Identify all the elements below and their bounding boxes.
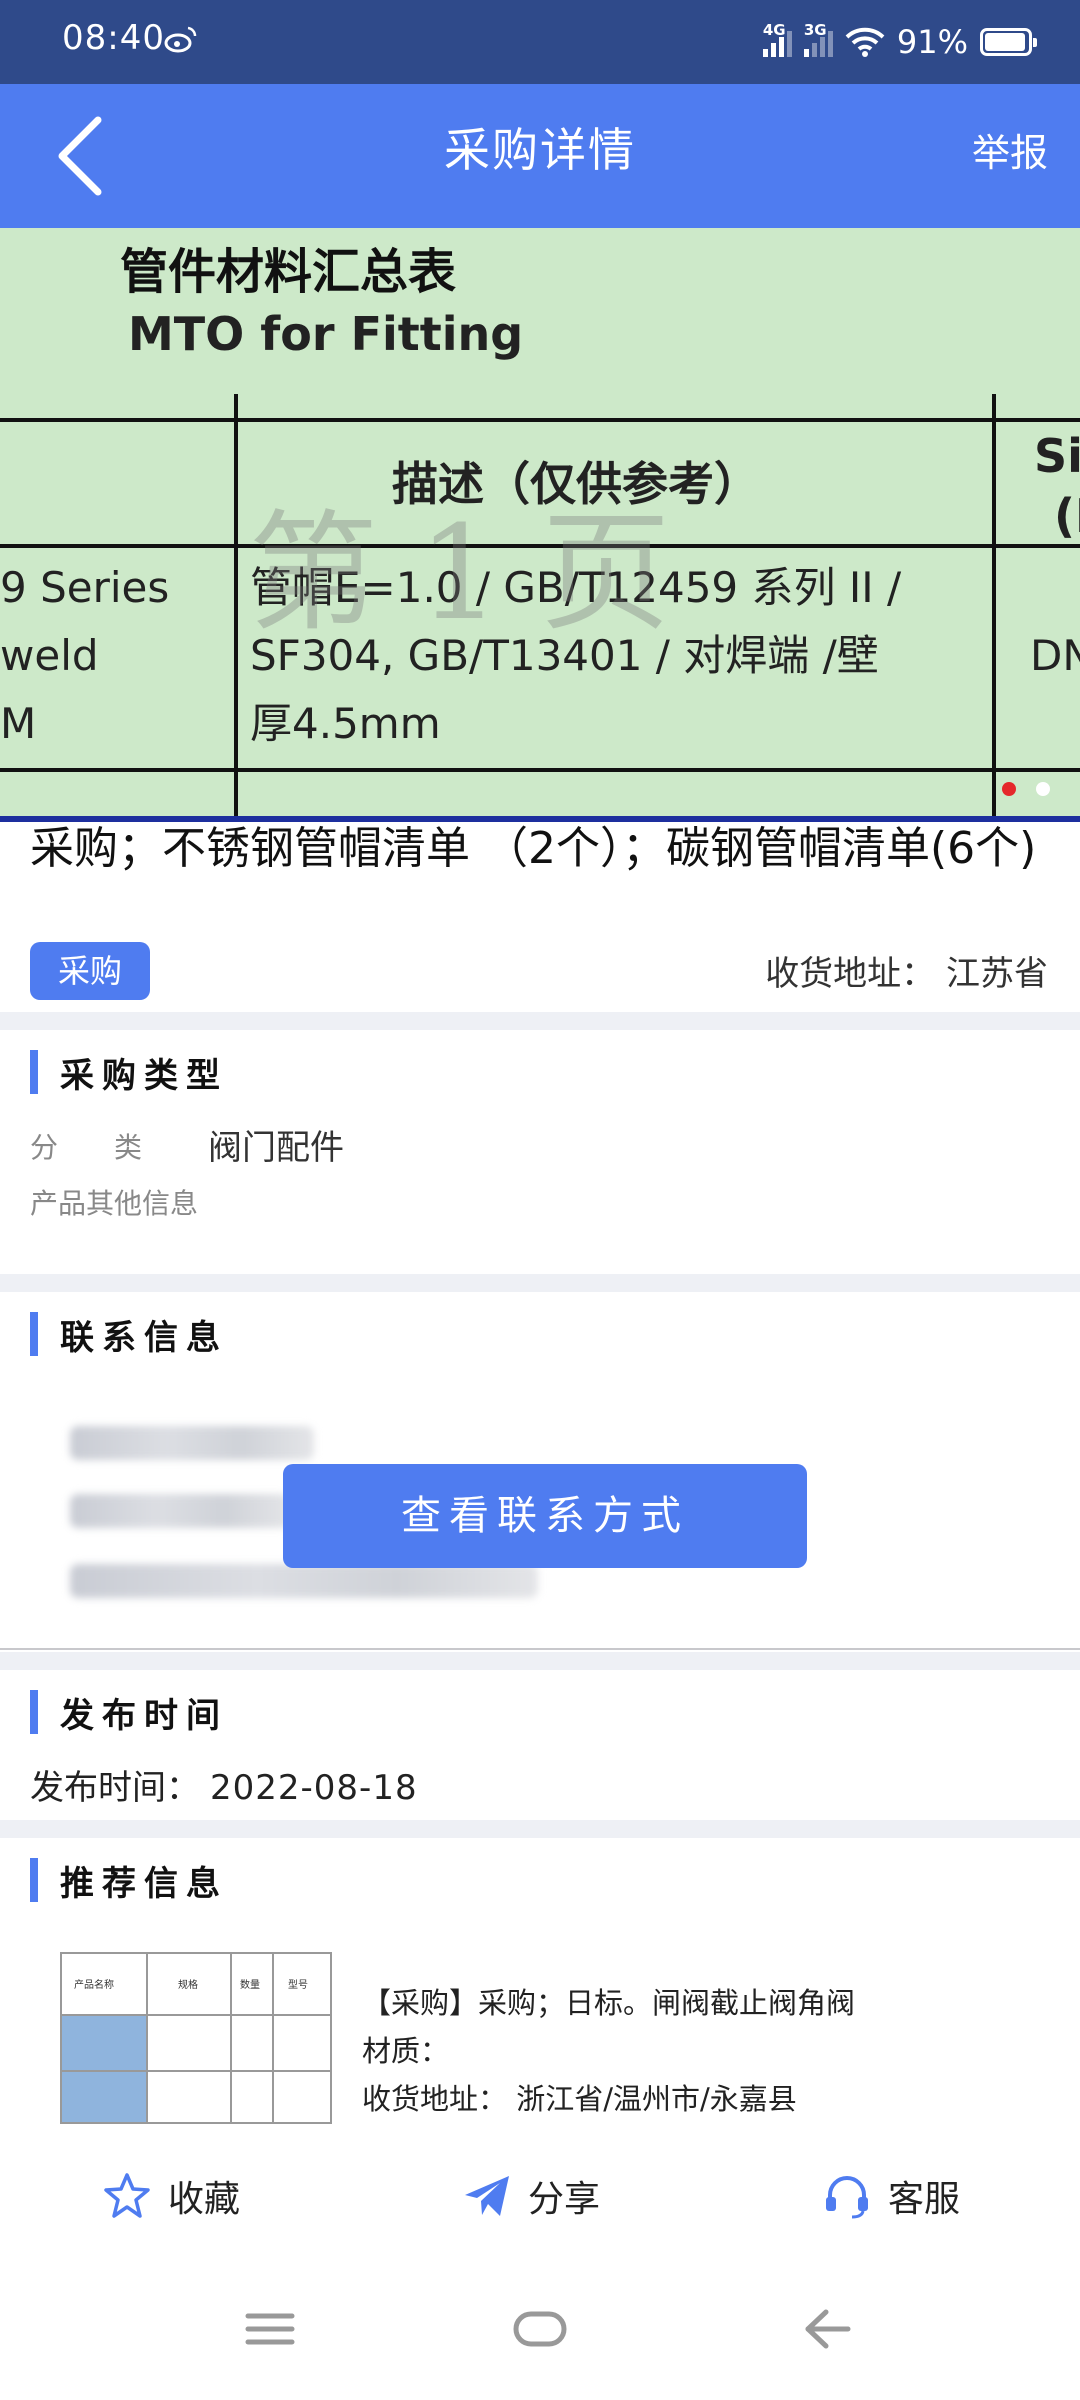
status-bar: 08:40 4G 3G 91% bbox=[0, 0, 1080, 84]
weibo-icon bbox=[164, 26, 197, 53]
section-divider bbox=[0, 1652, 1080, 1670]
recommend-title[interactable]: 【采购】采购；日标。闸阀截止阀角阀 bbox=[362, 1980, 855, 2022]
image-carousel[interactable]: 管件材料汇总表 MTO for Fitting 描述（仅供参考） Si (I 9… bbox=[0, 228, 1080, 822]
section-divider bbox=[0, 1820, 1080, 1838]
thumb-highlight bbox=[62, 2014, 146, 2122]
signal-3g-icon: 3G bbox=[803, 21, 833, 57]
recommend-material: 材质： bbox=[362, 2034, 450, 2068]
page-watermark: 第1页 bbox=[248, 497, 711, 649]
table-left-line-2: weld bbox=[0, 631, 99, 680]
purchase-summary: 采购；不锈钢管帽清单 （2个）；碳钢管帽清单(6个) 采购 收货地址： 江苏省 bbox=[0, 822, 1080, 1012]
section-accent-bar bbox=[30, 1858, 38, 1902]
section-header: 联系信息 bbox=[30, 1312, 228, 1358]
publish-time-label: 发布时间： bbox=[30, 1768, 200, 1808]
thumb-header: 型号 bbox=[288, 1980, 308, 1991]
table-desc-line-3: 厚4.5mm bbox=[250, 699, 441, 748]
category-label: 分 类 bbox=[30, 1131, 143, 1164]
service-label: 客服 bbox=[888, 2179, 961, 2220]
publish-time: 发布时间： 2022-08-18 bbox=[30, 1760, 418, 1809]
share-button[interactable]: 分享 bbox=[462, 2168, 600, 2224]
carousel-indicator bbox=[1002, 782, 1050, 796]
network-type-1: 4G bbox=[762, 21, 786, 39]
category-value: 阀门配件 bbox=[208, 1128, 344, 1168]
view-contact-button[interactable]: 查看联系方式 bbox=[283, 1464, 807, 1568]
blurred-contact-name bbox=[70, 1426, 314, 1460]
table-header-right-1: Si bbox=[1034, 429, 1080, 483]
section-title: 联系信息 bbox=[60, 1317, 228, 1358]
system-nav-bar bbox=[0, 2244, 1080, 2400]
publish-time-value: 2022-08-18 bbox=[210, 1768, 418, 1808]
signal-4g-icon: 4G bbox=[762, 21, 792, 57]
blurred-contact-address bbox=[70, 1564, 538, 1598]
address-label: 收货地址： bbox=[765, 954, 936, 994]
page-title: 采购详情 bbox=[444, 123, 636, 177]
section-accent-bar bbox=[30, 1690, 38, 1734]
thumb-header: 产品名称 bbox=[74, 1980, 114, 1991]
section-divider bbox=[0, 1274, 1080, 1292]
section-header: 发布时间 bbox=[30, 1690, 228, 1736]
headset-icon bbox=[826, 2176, 868, 2219]
share-label: 分享 bbox=[528, 2179, 601, 2220]
section-title: 采购类型 bbox=[60, 1055, 228, 1096]
status-icons: 4G 3G 91% bbox=[762, 20, 1037, 64]
battery-icon bbox=[980, 28, 1037, 56]
clock-time: 08:40 bbox=[62, 18, 165, 58]
section-divider bbox=[0, 1012, 1080, 1030]
app-header: 采购详情 举报 bbox=[0, 84, 1080, 228]
favorite-label: 收藏 bbox=[168, 2179, 241, 2220]
doc-title: 管件材料汇总表 bbox=[120, 244, 457, 300]
carousel-dot bbox=[1036, 782, 1050, 796]
thumb-row-line bbox=[62, 2014, 330, 2016]
purchase-title: 采购；不锈钢管帽清单 （2个）；碳钢管帽清单(6个) bbox=[30, 823, 1037, 874]
favorite-button[interactable]: 收藏 bbox=[102, 2168, 240, 2224]
delivery-address: 收货地址： 江苏省 bbox=[765, 946, 1048, 995]
recommend-thumbnail[interactable]: 产品名称 规格 数量 型号 bbox=[60, 1952, 332, 2124]
section-header: 推荐信息 bbox=[30, 1858, 228, 1904]
battery-percent: 91% bbox=[896, 23, 968, 61]
share-plane-icon bbox=[465, 2176, 509, 2216]
home-icon[interactable] bbox=[510, 2304, 570, 2354]
thumb-header: 规格 bbox=[178, 1980, 198, 1991]
menu-icon[interactable] bbox=[240, 2304, 300, 2354]
purchase-tag: 采购 bbox=[30, 942, 150, 1000]
bottom-action-bar: 收藏 分享 客服 bbox=[0, 2148, 1080, 2244]
purchase-type-section: 采购类型 分 类 阀门配件 产品其他信息 bbox=[0, 1030, 1080, 1274]
section-header: 采购类型 bbox=[30, 1050, 228, 1096]
report-button[interactable]: 举报 bbox=[972, 122, 1048, 177]
thumb-col-line bbox=[230, 1954, 232, 2122]
thumb-row-line bbox=[62, 2070, 330, 2072]
table-right-cell: DN bbox=[1030, 631, 1080, 680]
address-value: 江苏省 bbox=[946, 954, 1048, 994]
thumb-header: 数量 bbox=[240, 1980, 260, 1991]
recommend-address: 收货地址： 浙江省/温州市/永嘉县 bbox=[362, 2082, 797, 2116]
carousel-dot-active bbox=[1002, 782, 1016, 796]
thumb-col-line bbox=[272, 1954, 274, 2122]
thumb-col-line bbox=[146, 1954, 148, 2122]
section-title: 推荐信息 bbox=[60, 1863, 228, 1904]
star-icon bbox=[104, 2173, 150, 2218]
table-left-line-1: 9 Series bbox=[0, 563, 170, 612]
section-accent-bar bbox=[30, 1312, 38, 1356]
wifi-icon bbox=[845, 27, 885, 57]
doc-subtitle: MTO for Fitting bbox=[128, 307, 524, 361]
table-header-right-2: (I bbox=[1054, 489, 1080, 543]
other-info-label: 产品其他信息 bbox=[30, 1187, 199, 1220]
blurred-contact-phone bbox=[70, 1494, 290, 1528]
nav-back-icon[interactable] bbox=[796, 2304, 856, 2354]
customer-service-button[interactable]: 客服 bbox=[822, 2168, 960, 2224]
table-left-line-3: M bbox=[0, 699, 37, 748]
network-type-2: 3G bbox=[803, 21, 827, 39]
section-accent-bar bbox=[30, 1050, 38, 1094]
section-title: 发布时间 bbox=[60, 1695, 228, 1736]
